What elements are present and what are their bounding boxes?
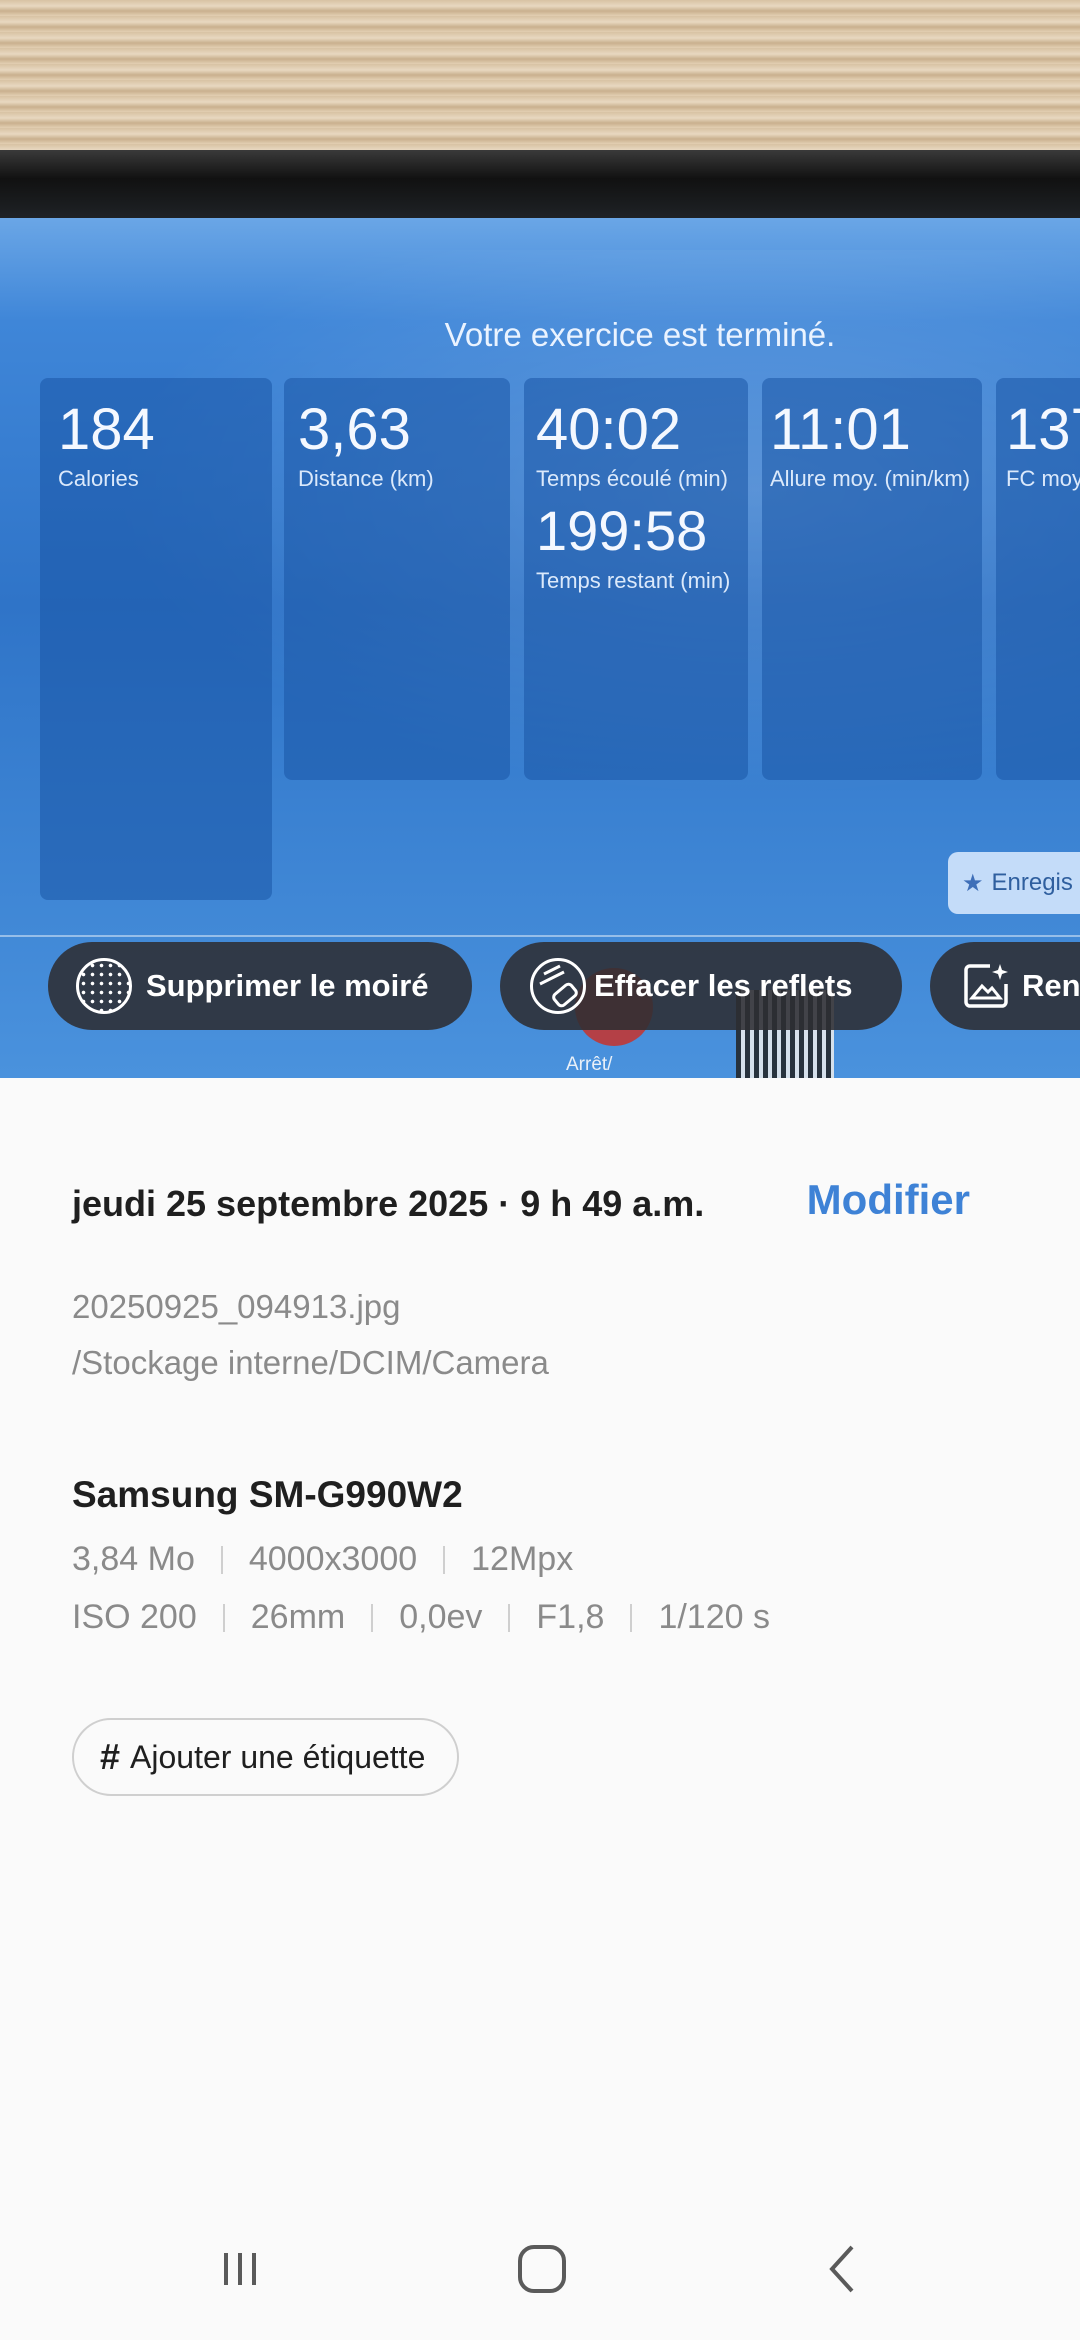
screen-divider [0,935,1080,937]
stat-card-heart-rate: 137 FC moy. [996,378,1080,780]
aperture: F1,8 [536,1598,605,1636]
separator [443,1545,446,1574]
stat-value-remaining: 199:58 [536,499,708,562]
date-time: jeudi 25 septembre 2025 · 9 h 49 a.m. [72,1183,705,1224]
stat-value: 184 [58,397,155,462]
screen-save-chip: ★ Enregis [948,852,1080,914]
stat-label: FC moy. [1006,466,1080,491]
hashtag-icon: # [100,1736,121,1777]
details-panel: jeudi 25 septembre 2025 · 9 h 49 a.m. Mo… [0,1078,1080,2198]
stat-label: Calories [58,466,139,491]
resolution: 4000x3000 [248,1540,418,1578]
focal-length: 26mm [250,1598,346,1636]
exposure-value: 0,0ev [399,1598,483,1636]
remove-moire-button[interactable]: Supprimer le moiré [48,942,472,1030]
file-meta-row: 3,84 Mo 4000x3000 12Mpx [72,1540,573,1579]
erase-reflections-label: Effacer les reflets [594,968,853,1003]
reflection-erase-icon [530,958,586,1014]
edit-button[interactable]: Modifier [807,1176,970,1224]
stat-value: 40:02 [536,397,682,462]
navigation-bar [0,2198,1080,2340]
stat-label-remaining: Temps restant (min) [536,568,731,593]
separator [508,1603,511,1632]
file-path: /Stockage interne/DCIM/Camera [72,1344,549,1381]
file-size: 3,84 Mo [72,1540,195,1578]
recent-apps-icon [224,2253,256,2285]
screen-save-label: Enregis [991,869,1073,896]
home-button[interactable] [462,2198,622,2340]
ai-edit-button[interactable]: Ren [930,942,1080,1030]
ai-edit-label: Ren [1022,968,1080,1003]
screen-title: Votre exercice est terminé. [444,316,836,353]
screen-bezel [0,150,1080,222]
remove-moire-label: Supprimer le moiré [146,968,429,1003]
camera-meta-row: ISO 200 26mm 0,0ev F1,8 1/120 s [72,1598,770,1637]
separator [222,1603,225,1632]
file-name: 20250925_094913.jpg [72,1288,401,1325]
device-model: Samsung SM-G990W2 [72,1474,463,1515]
home-icon [518,2245,566,2293]
photo-preview[interactable]: Votre exercice est terminé. 184 Calories… [0,0,1080,1078]
recent-apps-button[interactable] [160,2198,320,2340]
back-icon [829,2245,854,2293]
separator [630,1603,633,1632]
stat-label: Distance (km) [298,466,434,491]
add-tag-label: Ajouter une étiquette [130,1738,426,1775]
megapixels: 12Mpx [471,1540,574,1578]
stat-value: 11:01 [770,397,911,462]
stat-label: Temps écoulé (min) [536,466,728,491]
stat-card-pace: 11:01 Allure moy. (min/km) [762,378,982,780]
back-button[interactable] [764,2198,924,2340]
stat-value: 137 [1006,397,1080,462]
screen-stop-label: Arrêt/ [566,1054,613,1075]
stat-label: Allure moy. (min/km) [770,466,971,491]
stat-value: 3,63 [298,397,411,462]
iso: ISO 200 [72,1598,197,1636]
stat-card-calories: 184 Calories [40,378,272,900]
shutter-speed: 1/120 s [658,1598,770,1636]
stat-card-time: 40:02 Temps écoulé (min) 199:58 Temps re… [524,378,748,780]
moire-icon [76,958,132,1014]
erase-reflections-button[interactable]: Effacer les reflets [500,942,902,1030]
ai-edit-icon [960,960,1012,1012]
add-tag-button[interactable]: # Ajouter une étiquette [72,1718,460,1796]
separator [220,1545,223,1574]
separator [371,1603,374,1632]
background-wood [0,0,1080,160]
star-icon: ★ [962,869,984,897]
stat-card-distance: 3,63 Distance (km) [284,378,510,780]
